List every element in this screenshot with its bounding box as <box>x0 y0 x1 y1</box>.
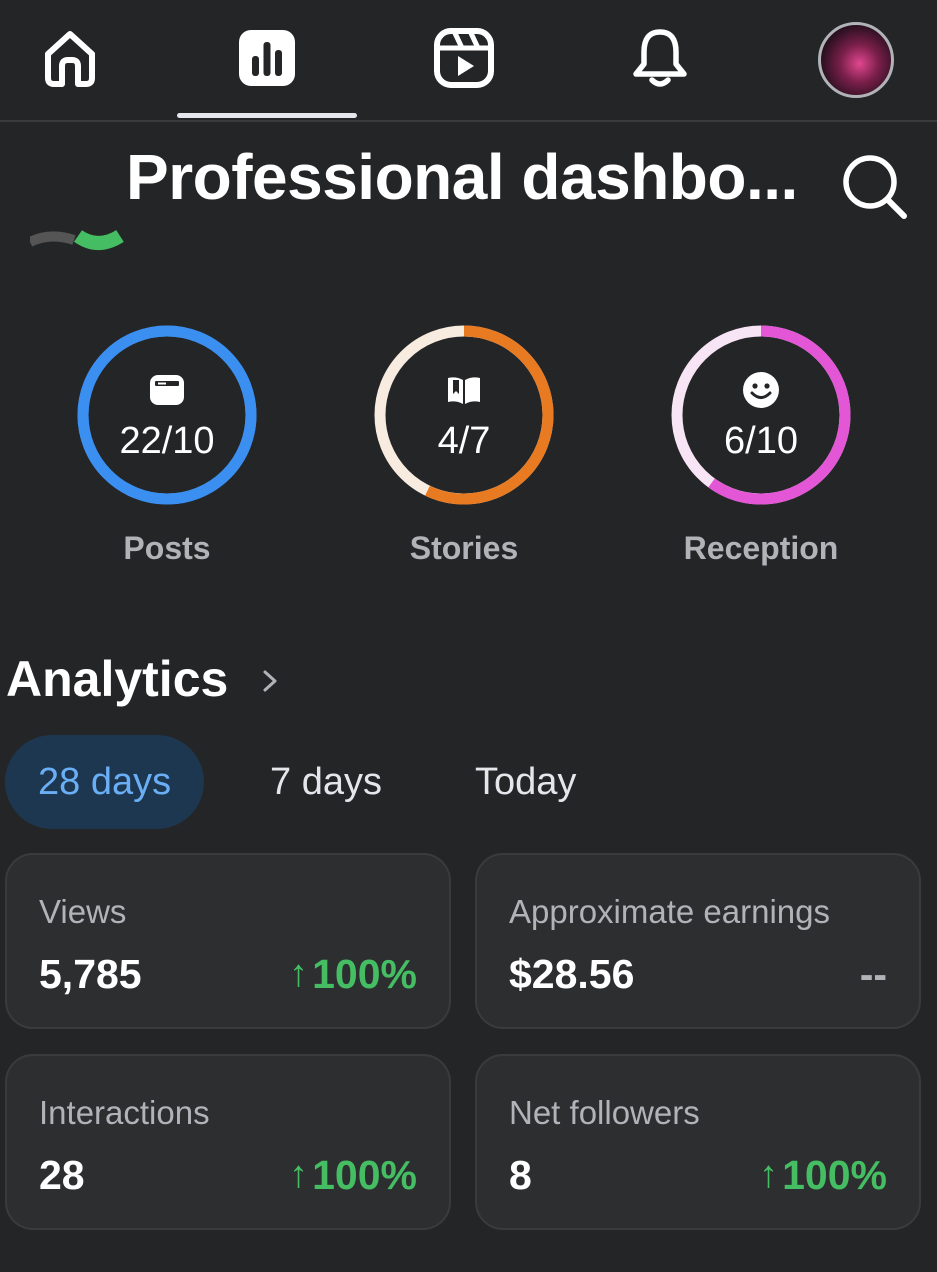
nav-home[interactable] <box>30 18 110 98</box>
card-label: Interactions <box>39 1094 210 1131</box>
page-title: Professional dashbo... <box>126 141 798 213</box>
home-icon <box>45 31 95 87</box>
change-percent: 100% <box>312 951 417 997</box>
change-percent: 100% <box>782 1152 887 1198</box>
active-tab-indicator <box>177 113 357 118</box>
card-change: -- <box>860 951 887 998</box>
reception-goal-label: Reception <box>683 530 839 566</box>
card-value: 8 <box>509 1152 532 1198</box>
analytics-heading[interactable]: Analytics <box>6 650 228 708</box>
earnings-card[interactable]: Approximate earnings $28.56 -- <box>475 853 921 1029</box>
posts-goal-ring[interactable]: 22/10 <box>72 320 262 510</box>
card-label: Approximate earnings <box>509 893 831 930</box>
profile-avatar[interactable] <box>818 22 894 98</box>
net-followers-card[interactable]: Net followers 8 ↑ 100% <box>475 1054 921 1230</box>
up-arrow-icon: ↑ <box>289 953 309 995</box>
card-value: 28 <box>39 1152 85 1198</box>
reception-goal-value: 6/10 <box>724 420 798 462</box>
book-icon <box>448 377 480 404</box>
tab-28-days[interactable]: 28 days <box>5 735 205 829</box>
interactions-card[interactable]: Interactions 28 ↑ 100% <box>5 1054 451 1230</box>
card-value: $28.56 <box>509 951 635 997</box>
stories-goal-ring[interactable]: 4/7 <box>369 320 559 510</box>
card-label: Net followers <box>509 1094 700 1131</box>
nav-notifications[interactable] <box>620 18 700 98</box>
card-value: 5,785 <box>39 951 142 997</box>
reels-icon <box>434 28 494 88</box>
bar-chart-icon <box>239 30 295 86</box>
card-change: ↑ 100% <box>289 951 417 998</box>
search-icon <box>843 155 907 219</box>
nav-dashboard[interactable] <box>227 18 307 98</box>
views-card[interactable]: Views 5,785 ↑ 100% <box>5 853 451 1029</box>
up-arrow-icon: ↑ <box>289 1154 309 1196</box>
stories-goal-label: Stories <box>409 530 519 566</box>
top-navigation <box>0 0 937 122</box>
tab-today[interactable]: Today <box>475 735 576 829</box>
card-label: Views <box>39 893 127 930</box>
stories-goal-value: 4/7 <box>437 420 491 462</box>
post-icon <box>150 375 184 405</box>
nav-reels[interactable] <box>424 18 504 98</box>
smiley-icon <box>743 372 779 408</box>
card-change: ↑ 100% <box>759 1152 887 1199</box>
search-button[interactable] <box>838 150 910 222</box>
posts-goal-value: 22/10 <box>119 420 215 462</box>
bell-icon <box>633 29 687 87</box>
reception-goal-ring[interactable]: 6/10 <box>666 320 856 510</box>
card-change: ↑ 100% <box>289 1152 417 1199</box>
posts-goal-label: Posts <box>123 530 211 566</box>
change-percent: -- <box>859 951 887 997</box>
change-percent: 100% <box>312 1152 417 1198</box>
scrolled-content-fragment <box>30 228 130 254</box>
professional-dashboard-screen: Professional dashbo... 22/10 Posts 4/7 S… <box>0 0 937 1272</box>
chevron-right-icon[interactable] <box>258 666 282 696</box>
tab-7-days[interactable]: 7 days <box>270 735 382 829</box>
up-arrow-icon: ↑ <box>759 1154 779 1196</box>
